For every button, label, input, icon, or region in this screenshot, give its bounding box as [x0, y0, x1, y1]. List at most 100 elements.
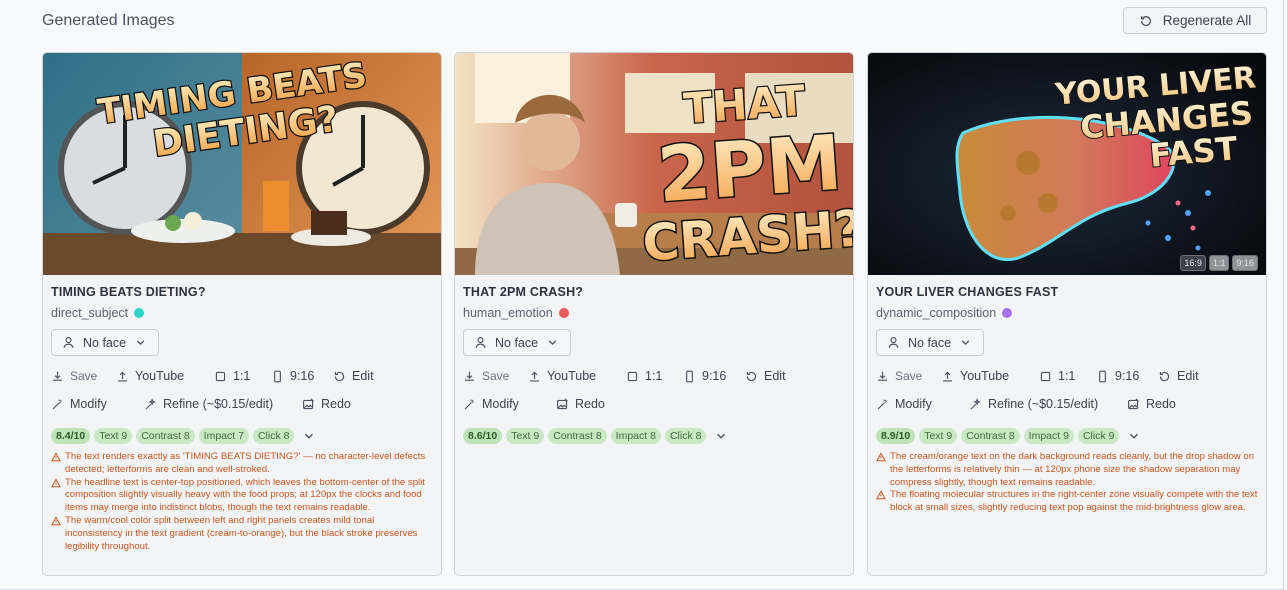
redo-label: Redo	[321, 397, 351, 411]
image-card: YOUR LIVER CHANGES FAST 16:9 1:1 9:16 YO…	[867, 52, 1267, 576]
style-color-dot	[134, 308, 145, 318]
warning-icon	[51, 516, 61, 526]
sparkle-icon	[145, 397, 156, 409]
score-chip: Contrast 8	[548, 428, 607, 444]
square-ratio-button[interactable]: 1:1	[626, 369, 683, 383]
expand-scores-chevron-icon[interactable]	[302, 429, 316, 443]
user-icon	[475, 337, 486, 348]
modify-button[interactable]: Modify	[876, 397, 969, 411]
score-chip: Click 8	[664, 428, 707, 444]
user-icon	[63, 337, 74, 348]
score-chip: Impact 8	[610, 428, 661, 444]
score-chip: Text 9	[919, 428, 958, 444]
warning-item: The warm/cool color split between left a…	[51, 515, 433, 553]
modify-label: Modify	[482, 397, 519, 411]
card-title: TIMING BEATS DIETING?	[51, 285, 206, 299]
regenerate-all-button[interactable]: Regenerate All	[1123, 7, 1267, 34]
thumbnail-image[interactable]: TIMING BEATS DIETING?	[43, 53, 441, 275]
redo-button[interactable]: Redo	[302, 397, 351, 411]
square-ratio-label: 1:1	[233, 369, 251, 383]
overall-score-badge: 8.9/10	[876, 428, 916, 444]
style-color-dot	[558, 308, 569, 318]
modify-button[interactable]: Modify	[51, 397, 144, 411]
sparkle-icon	[970, 397, 981, 409]
square-ratio-button[interactable]: 1:1	[1039, 369, 1096, 383]
refresh-icon	[1140, 15, 1151, 26]
user-icon	[888, 337, 899, 348]
expand-scores-chevron-icon[interactable]	[1127, 429, 1141, 443]
square-icon	[1040, 371, 1051, 381]
warning-icon	[876, 452, 886, 462]
square-ratio-label: 1:1	[1058, 369, 1076, 383]
refine-label: Refine (~$0.15/edit)	[163, 397, 274, 411]
style-label: dynamic_composition	[876, 306, 997, 320]
thumb-headline-line3: FAST	[1148, 129, 1239, 175]
action-row: Save YouTube 1:1 9:16 Edit	[51, 369, 374, 383]
overall-score-badge: 8.4/10	[51, 428, 91, 444]
style-tag: dynamic_composition	[876, 306, 1013, 320]
face-select[interactable]: No face	[876, 329, 984, 356]
score-chip: Text 9	[94, 428, 133, 444]
warnings-list: The cream/orange text on the dark backgr…	[876, 451, 1258, 515]
edit-label: Edit	[352, 369, 374, 383]
action-row-secondary: Modify Refine (~$0.15/edit) Redo	[51, 397, 351, 411]
vertical-ratio-button[interactable]: 9:16	[271, 369, 333, 383]
save-label: Save	[482, 369, 510, 383]
redo-button[interactable]: Redo	[556, 397, 605, 411]
warning-item: The cream/orange text on the dark backgr…	[876, 451, 1258, 489]
action-row-secondary: Modify Redo	[463, 397, 605, 411]
save-button[interactable]: Save	[51, 369, 116, 383]
edit-button[interactable]: Edit	[1158, 369, 1199, 383]
image-edit-icon	[557, 397, 568, 409]
ratio-badge-1-1[interactable]: 1:1	[1208, 255, 1230, 271]
edit-button[interactable]: Edit	[333, 369, 374, 383]
redo-button[interactable]: Redo	[1127, 397, 1176, 411]
refine-button[interactable]: Refine (~$0.15/edit)	[969, 397, 1127, 411]
warning-icon	[51, 452, 61, 462]
youtube-button[interactable]: YouTube	[941, 369, 1039, 383]
style-color-dot	[1002, 308, 1013, 318]
modify-button[interactable]: Modify	[463, 397, 556, 411]
vertical-ratio-button[interactable]: 9:16	[1096, 369, 1158, 383]
youtube-button[interactable]: YouTube	[116, 369, 214, 383]
style-label: direct_subject	[51, 306, 129, 320]
thumbnail-image[interactable]: YOUR LIVER CHANGES FAST 16:9 1:1 9:16	[868, 53, 1266, 275]
phone-icon	[274, 370, 281, 382]
ratio-badge-9-16[interactable]: 9:16	[1232, 255, 1258, 271]
overall-score-badge: 8.6/10	[463, 428, 503, 444]
square-ratio-label: 1:1	[645, 369, 663, 383]
thumbnail-image[interactable]: THAT 2PM CRASH?	[455, 53, 853, 275]
phone-icon	[686, 370, 693, 382]
save-button[interactable]: Save	[463, 369, 528, 383]
expand-scores-chevron-icon[interactable]	[714, 429, 728, 443]
score-chips: 8.9/10 Text 9 Contrast 8 Impact 9 Click …	[876, 428, 1141, 444]
edit-label: Edit	[764, 369, 786, 383]
square-ratio-button[interactable]: 1:1	[214, 369, 271, 383]
vertical-ratio-label: 9:16	[1115, 369, 1140, 383]
refine-button[interactable]: Refine (~$0.15/edit)	[144, 397, 302, 411]
upload-icon	[943, 371, 952, 382]
phone-icon	[1099, 370, 1106, 382]
face-select[interactable]: No face	[463, 329, 571, 356]
youtube-button[interactable]: YouTube	[528, 369, 626, 383]
upload-icon	[118, 371, 127, 382]
edit-button[interactable]: Edit	[745, 369, 786, 383]
action-row-secondary: Modify Refine (~$0.15/edit) Redo	[876, 397, 1176, 411]
image-edit-icon	[1128, 397, 1139, 409]
warnings-list: The text renders exactly as 'TIMING BEAT…	[51, 451, 433, 553]
magic-wand-icon	[52, 399, 62, 409]
warning-item: The headline text is center-top position…	[51, 477, 433, 515]
vertical-ratio-label: 9:16	[290, 369, 315, 383]
vertical-ratio-button[interactable]: 9:16	[683, 369, 745, 383]
download-icon	[878, 371, 887, 381]
card-title: THAT 2PM CRASH?	[463, 285, 584, 299]
save-button[interactable]: Save	[876, 369, 941, 383]
chevron-down-icon	[136, 340, 145, 346]
face-select[interactable]: No face	[51, 329, 159, 356]
warning-icon	[876, 490, 886, 500]
warning-icon	[51, 477, 61, 487]
redo-label: Redo	[575, 397, 605, 411]
save-label: Save	[895, 369, 923, 383]
warning-item: The floating molecular structures in the…	[876, 489, 1258, 515]
ratio-badge-16-9[interactable]: 16:9	[1180, 255, 1206, 271]
